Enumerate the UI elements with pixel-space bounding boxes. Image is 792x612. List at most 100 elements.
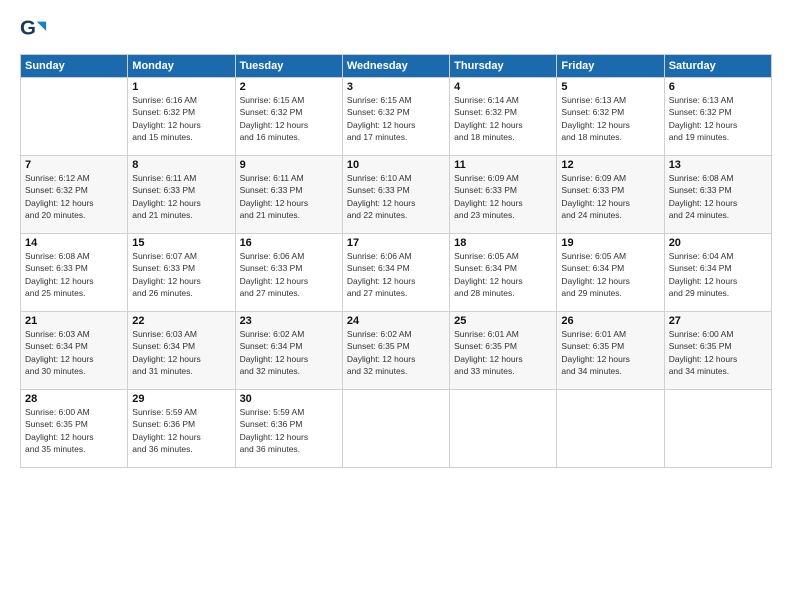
day-cell: 10Sunrise: 6:10 AM Sunset: 6:33 PM Dayli…	[342, 156, 449, 234]
day-cell: 14Sunrise: 6:08 AM Sunset: 6:33 PM Dayli…	[21, 234, 128, 312]
day-cell: 19Sunrise: 6:05 AM Sunset: 6:34 PM Dayli…	[557, 234, 664, 312]
day-info: Sunrise: 6:16 AM Sunset: 6:32 PM Dayligh…	[132, 94, 230, 143]
day-number: 8	[132, 159, 230, 171]
week-row-2: 7Sunrise: 6:12 AM Sunset: 6:32 PM Daylig…	[21, 156, 772, 234]
day-number: 23	[240, 315, 338, 327]
day-info: Sunrise: 6:15 AM Sunset: 6:32 PM Dayligh…	[347, 94, 445, 143]
week-row-4: 21Sunrise: 6:03 AM Sunset: 6:34 PM Dayli…	[21, 312, 772, 390]
day-info: Sunrise: 6:09 AM Sunset: 6:33 PM Dayligh…	[454, 172, 552, 221]
day-cell	[21, 78, 128, 156]
day-cell: 29Sunrise: 5:59 AM Sunset: 6:36 PM Dayli…	[128, 390, 235, 468]
day-cell: 12Sunrise: 6:09 AM Sunset: 6:33 PM Dayli…	[557, 156, 664, 234]
header-cell-wednesday: Wednesday	[342, 55, 449, 78]
day-cell: 4Sunrise: 6:14 AM Sunset: 6:32 PM Daylig…	[450, 78, 557, 156]
day-info: Sunrise: 6:08 AM Sunset: 6:33 PM Dayligh…	[669, 172, 767, 221]
day-cell: 9Sunrise: 6:11 AM Sunset: 6:33 PM Daylig…	[235, 156, 342, 234]
day-number: 4	[454, 81, 552, 93]
header-cell-tuesday: Tuesday	[235, 55, 342, 78]
day-number: 16	[240, 237, 338, 249]
header-cell-sunday: Sunday	[21, 55, 128, 78]
day-info: Sunrise: 6:09 AM Sunset: 6:33 PM Dayligh…	[561, 172, 659, 221]
day-number: 2	[240, 81, 338, 93]
day-number: 28	[25, 393, 123, 405]
header-row: SundayMondayTuesdayWednesdayThursdayFrid…	[21, 55, 772, 78]
day-cell: 27Sunrise: 6:00 AM Sunset: 6:35 PM Dayli…	[664, 312, 771, 390]
day-number: 17	[347, 237, 445, 249]
day-cell: 6Sunrise: 6:13 AM Sunset: 6:32 PM Daylig…	[664, 78, 771, 156]
day-cell: 13Sunrise: 6:08 AM Sunset: 6:33 PM Dayli…	[664, 156, 771, 234]
header: G	[20, 16, 772, 44]
day-info: Sunrise: 6:05 AM Sunset: 6:34 PM Dayligh…	[561, 250, 659, 299]
day-number: 22	[132, 315, 230, 327]
day-cell: 1Sunrise: 6:16 AM Sunset: 6:32 PM Daylig…	[128, 78, 235, 156]
day-cell: 20Sunrise: 6:04 AM Sunset: 6:34 PM Dayli…	[664, 234, 771, 312]
day-number: 30	[240, 393, 338, 405]
day-number: 13	[669, 159, 767, 171]
day-info: Sunrise: 6:10 AM Sunset: 6:33 PM Dayligh…	[347, 172, 445, 221]
logo: G	[20, 16, 51, 44]
day-number: 21	[25, 315, 123, 327]
day-cell: 26Sunrise: 6:01 AM Sunset: 6:35 PM Dayli…	[557, 312, 664, 390]
day-cell: 17Sunrise: 6:06 AM Sunset: 6:34 PM Dayli…	[342, 234, 449, 312]
day-info: Sunrise: 6:03 AM Sunset: 6:34 PM Dayligh…	[132, 328, 230, 377]
day-cell: 23Sunrise: 6:02 AM Sunset: 6:34 PM Dayli…	[235, 312, 342, 390]
calendar-table: SundayMondayTuesdayWednesdayThursdayFrid…	[20, 54, 772, 468]
day-cell: 15Sunrise: 6:07 AM Sunset: 6:33 PM Dayli…	[128, 234, 235, 312]
day-info: Sunrise: 6:07 AM Sunset: 6:33 PM Dayligh…	[132, 250, 230, 299]
day-cell	[450, 390, 557, 468]
header-cell-thursday: Thursday	[450, 55, 557, 78]
day-info: Sunrise: 6:00 AM Sunset: 6:35 PM Dayligh…	[669, 328, 767, 377]
day-info: Sunrise: 6:15 AM Sunset: 6:32 PM Dayligh…	[240, 94, 338, 143]
calendar-header: SundayMondayTuesdayWednesdayThursdayFrid…	[21, 55, 772, 78]
day-number: 6	[669, 81, 767, 93]
day-number: 15	[132, 237, 230, 249]
day-number: 19	[561, 237, 659, 249]
day-number: 9	[240, 159, 338, 171]
day-cell	[664, 390, 771, 468]
day-cell: 22Sunrise: 6:03 AM Sunset: 6:34 PM Dayli…	[128, 312, 235, 390]
day-cell: 16Sunrise: 6:06 AM Sunset: 6:33 PM Dayli…	[235, 234, 342, 312]
day-cell: 25Sunrise: 6:01 AM Sunset: 6:35 PM Dayli…	[450, 312, 557, 390]
day-cell: 18Sunrise: 6:05 AM Sunset: 6:34 PM Dayli…	[450, 234, 557, 312]
week-row-5: 28Sunrise: 6:00 AM Sunset: 6:35 PM Dayli…	[21, 390, 772, 468]
day-info: Sunrise: 6:12 AM Sunset: 6:32 PM Dayligh…	[25, 172, 123, 221]
day-number: 18	[454, 237, 552, 249]
day-info: Sunrise: 6:01 AM Sunset: 6:35 PM Dayligh…	[561, 328, 659, 377]
week-row-1: 1Sunrise: 6:16 AM Sunset: 6:32 PM Daylig…	[21, 78, 772, 156]
day-info: Sunrise: 6:11 AM Sunset: 6:33 PM Dayligh…	[132, 172, 230, 221]
day-cell: 21Sunrise: 6:03 AM Sunset: 6:34 PM Dayli…	[21, 312, 128, 390]
day-number: 14	[25, 237, 123, 249]
svg-text:G: G	[20, 17, 36, 40]
day-number: 12	[561, 159, 659, 171]
day-number: 10	[347, 159, 445, 171]
day-info: Sunrise: 6:02 AM Sunset: 6:35 PM Dayligh…	[347, 328, 445, 377]
day-number: 27	[669, 315, 767, 327]
day-number: 29	[132, 393, 230, 405]
day-info: Sunrise: 6:03 AM Sunset: 6:34 PM Dayligh…	[25, 328, 123, 377]
day-cell: 2Sunrise: 6:15 AM Sunset: 6:32 PM Daylig…	[235, 78, 342, 156]
day-info: Sunrise: 6:06 AM Sunset: 6:34 PM Dayligh…	[347, 250, 445, 299]
day-number: 20	[669, 237, 767, 249]
day-number: 1	[132, 81, 230, 93]
day-cell: 11Sunrise: 6:09 AM Sunset: 6:33 PM Dayli…	[450, 156, 557, 234]
header-cell-friday: Friday	[557, 55, 664, 78]
header-cell-monday: Monday	[128, 55, 235, 78]
day-number: 25	[454, 315, 552, 327]
day-info: Sunrise: 6:08 AM Sunset: 6:33 PM Dayligh…	[25, 250, 123, 299]
week-row-3: 14Sunrise: 6:08 AM Sunset: 6:33 PM Dayli…	[21, 234, 772, 312]
day-number: 24	[347, 315, 445, 327]
logo-icon: G	[20, 16, 48, 44]
day-cell: 7Sunrise: 6:12 AM Sunset: 6:32 PM Daylig…	[21, 156, 128, 234]
day-info: Sunrise: 6:06 AM Sunset: 6:33 PM Dayligh…	[240, 250, 338, 299]
day-info: Sunrise: 6:02 AM Sunset: 6:34 PM Dayligh…	[240, 328, 338, 377]
day-number: 7	[25, 159, 123, 171]
day-number: 3	[347, 81, 445, 93]
day-info: Sunrise: 6:14 AM Sunset: 6:32 PM Dayligh…	[454, 94, 552, 143]
day-cell: 5Sunrise: 6:13 AM Sunset: 6:32 PM Daylig…	[557, 78, 664, 156]
day-cell: 24Sunrise: 6:02 AM Sunset: 6:35 PM Dayli…	[342, 312, 449, 390]
day-number: 5	[561, 81, 659, 93]
header-cell-saturday: Saturday	[664, 55, 771, 78]
day-info: Sunrise: 6:05 AM Sunset: 6:34 PM Dayligh…	[454, 250, 552, 299]
day-cell: 28Sunrise: 6:00 AM Sunset: 6:35 PM Dayli…	[21, 390, 128, 468]
day-cell	[557, 390, 664, 468]
